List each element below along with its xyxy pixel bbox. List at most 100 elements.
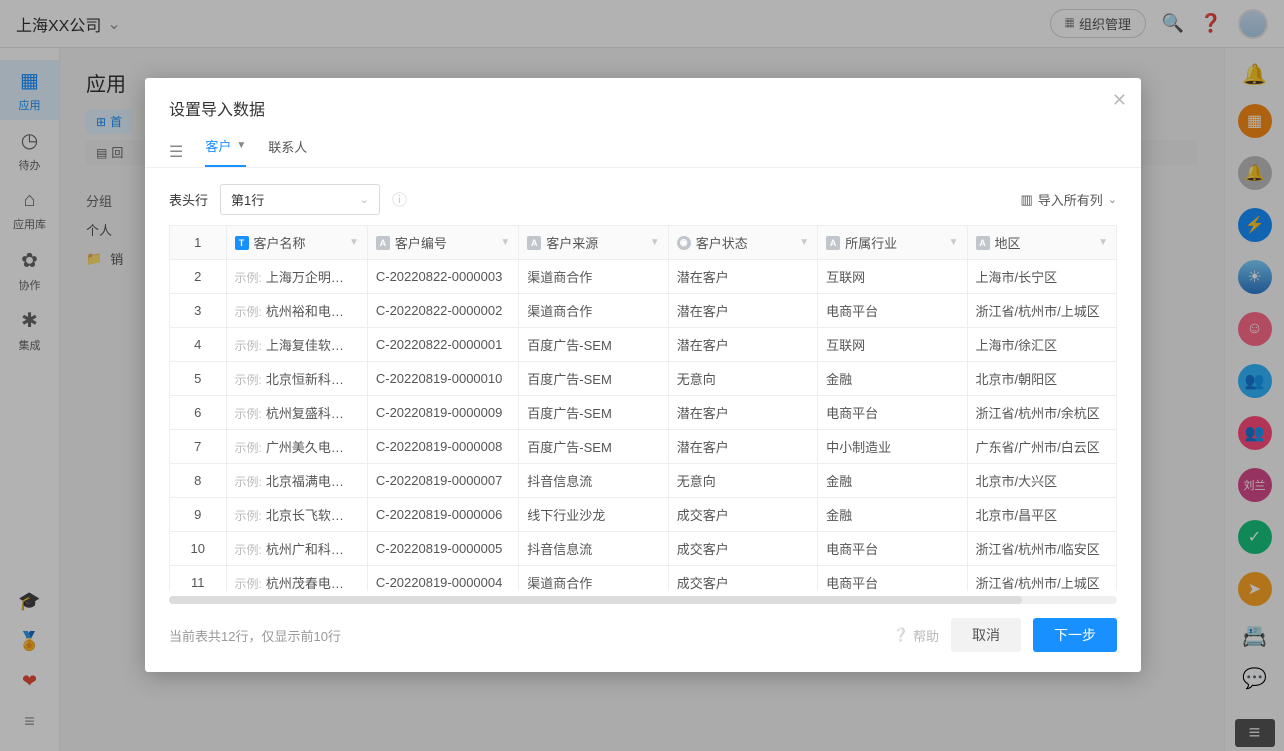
help-link[interactable]: ❔ 帮助 [893, 626, 939, 645]
table-header-row: 1 T客户名称▼ A客户编号▼ A客户来源▼ ◉客户状态▼ A所属行业▼ A地区… [170, 226, 1117, 260]
import-all-label: 导入所有列 [1038, 190, 1103, 209]
cell-industry: 电商平台 [818, 532, 967, 566]
cell-name: 示例:杭州复盛科… [226, 396, 367, 430]
cell-source: 百度广告-SEM [519, 362, 668, 396]
cell-status: 无意向 [668, 362, 817, 396]
table-row[interactable]: 4示例:上海复佳软…C-20220822-0000001百度广告-SEM潜在客户… [170, 328, 1117, 362]
tab-label: 联系人 [268, 137, 307, 156]
cell-region: 浙江省/杭州市/上城区 [967, 566, 1116, 592]
cell-industry: 互联网 [818, 260, 967, 294]
col-header-code[interactable]: A客户编号▼ [367, 226, 518, 260]
cell-status: 成交客户 [668, 566, 817, 592]
cell-region: 北京市/朝阳区 [967, 362, 1116, 396]
cell-code: C-20220822-0000001 [367, 328, 518, 362]
cancel-button[interactable]: 取消 [951, 618, 1021, 652]
table-row[interactable]: 7示例:广州美久电…C-20220819-0000008百度广告-SEM潜在客户… [170, 430, 1117, 464]
cell-region: 北京市/大兴区 [967, 464, 1116, 498]
cell-industry: 电商平台 [818, 294, 967, 328]
cell-industry: 电商平台 [818, 396, 967, 430]
cell-source: 百度广告-SEM [519, 430, 668, 464]
cell-source: 渠道商合作 [519, 294, 668, 328]
cell-name: 示例:杭州茂春电… [226, 566, 367, 592]
cell-status: 潜在客户 [668, 260, 817, 294]
header-row-value: 第1行 [231, 190, 264, 209]
header-rownum: 1 [170, 226, 227, 260]
info-icon[interactable]: ⓘ [392, 189, 407, 210]
cell-name: 示例:广州美久电… [226, 430, 367, 464]
cell-name: 示例:北京长飞软… [226, 498, 367, 532]
cell-region: 上海市/徐汇区 [967, 328, 1116, 362]
row-number: 8 [170, 464, 227, 498]
col-header-industry[interactable]: A所属行业▼ [818, 226, 967, 260]
cell-industry: 电商平台 [818, 566, 967, 592]
cell-region: 广东省/广州市/白云区 [967, 430, 1116, 464]
col-header-name[interactable]: T客户名称▼ [226, 226, 367, 260]
chevron-down-icon: ⌄ [360, 193, 369, 206]
import-table: 1 T客户名称▼ A客户编号▼ A客户来源▼ ◉客户状态▼ A所属行业▼ A地区… [169, 225, 1117, 591]
chevron-down-icon[interactable]: ▼ [236, 140, 246, 151]
cell-name: 示例:杭州广和科… [226, 532, 367, 566]
row-number: 3 [170, 294, 227, 328]
cell-source: 百度广告-SEM [519, 396, 668, 430]
cell-code: C-20220819-0000008 [367, 430, 518, 464]
import-modal: ✕ 设置导入数据 ☰ 客户 ▼ 联系人 表头行 第1行 ⌄ ⓘ ▥ 导入所有列 … [145, 78, 1141, 672]
cell-name: 示例:杭州裕和电… [226, 294, 367, 328]
help-icon: ❔ [893, 627, 909, 643]
footer-status: 当前表共12行，仅显示前10行 [169, 626, 341, 645]
cell-code: C-20220822-0000002 [367, 294, 518, 328]
cell-status: 潜在客户 [668, 294, 817, 328]
chevron-down-icon: ⌄ [1108, 193, 1117, 206]
chevron-down-icon: ▼ [500, 237, 510, 248]
tab-customer[interactable]: 客户 ▼ [205, 136, 246, 167]
tab-contact[interactable]: 联系人 [268, 137, 307, 166]
table-row[interactable]: 2示例:上海万企明…C-20220822-0000003渠道商合作潜在客户互联网… [170, 260, 1117, 294]
cell-industry: 中小制造业 [818, 430, 967, 464]
help-label: 帮助 [913, 626, 939, 645]
cell-code: C-20220819-0000009 [367, 396, 518, 430]
cell-industry: 互联网 [818, 328, 967, 362]
table-row[interactable]: 6示例:杭州复盛科…C-20220819-0000009百度广告-SEM潜在客户… [170, 396, 1117, 430]
cell-name: 示例:北京福满电… [226, 464, 367, 498]
row-number: 9 [170, 498, 227, 532]
table-row[interactable]: 3示例:杭州裕和电…C-20220822-0000002渠道商合作潜在客户电商平… [170, 294, 1117, 328]
cell-status: 潜在客户 [668, 328, 817, 362]
table-row[interactable]: 10示例:杭州广和科…C-20220819-0000005抖音信息流成交客户电商… [170, 532, 1117, 566]
row-number: 7 [170, 430, 227, 464]
cell-source: 渠道商合作 [519, 260, 668, 294]
row-number: 11 [170, 566, 227, 592]
close-icon[interactable]: ✕ [1112, 90, 1127, 111]
cell-code: C-20220822-0000003 [367, 260, 518, 294]
col-header-region[interactable]: A地区▼ [967, 226, 1116, 260]
cell-status: 潜在客户 [668, 430, 817, 464]
horizontal-scrollbar[interactable] [169, 596, 1117, 604]
row-number: 10 [170, 532, 227, 566]
cell-industry: 金融 [818, 498, 967, 532]
chevron-down-icon: ▼ [650, 237, 660, 248]
header-row-select[interactable]: 第1行 ⌄ [220, 184, 380, 215]
cell-name: 示例:上海复佳软… [226, 328, 367, 362]
chevron-down-icon: ▼ [949, 237, 959, 248]
cell-source: 抖音信息流 [519, 532, 668, 566]
cell-code: C-20220819-0000010 [367, 362, 518, 396]
col-header-source[interactable]: A客户来源▼ [519, 226, 668, 260]
columns-icon: ▥ [1020, 192, 1032, 208]
import-all-columns[interactable]: ▥ 导入所有列 ⌄ [1020, 190, 1117, 209]
cell-source: 抖音信息流 [519, 464, 668, 498]
table-row[interactable]: 11示例:杭州茂春电…C-20220819-0000004渠道商合作成交客户电商… [170, 566, 1117, 592]
next-button[interactable]: 下一步 [1033, 618, 1117, 652]
cell-code: C-20220819-0000004 [367, 566, 518, 592]
cell-industry: 金融 [818, 362, 967, 396]
cell-region: 上海市/长宁区 [967, 260, 1116, 294]
table-row[interactable]: 5示例:北京恒新科…C-20220819-0000010百度广告-SEM无意向金… [170, 362, 1117, 396]
tabs-menu-icon[interactable]: ☰ [169, 142, 183, 162]
cell-code: C-20220819-0000005 [367, 532, 518, 566]
cell-code: C-20220819-0000006 [367, 498, 518, 532]
cell-status: 潜在客户 [668, 396, 817, 430]
table-row[interactable]: 8示例:北京福满电…C-20220819-0000007抖音信息流无意向金融北京… [170, 464, 1117, 498]
chevron-down-icon: ▼ [1098, 237, 1108, 248]
cell-status: 无意向 [668, 464, 817, 498]
col-header-status[interactable]: ◉客户状态▼ [668, 226, 817, 260]
cell-region: 北京市/昌平区 [967, 498, 1116, 532]
table-row[interactable]: 9示例:北京长飞软…C-20220819-0000006线下行业沙龙成交客户金融… [170, 498, 1117, 532]
cell-industry: 金融 [818, 464, 967, 498]
